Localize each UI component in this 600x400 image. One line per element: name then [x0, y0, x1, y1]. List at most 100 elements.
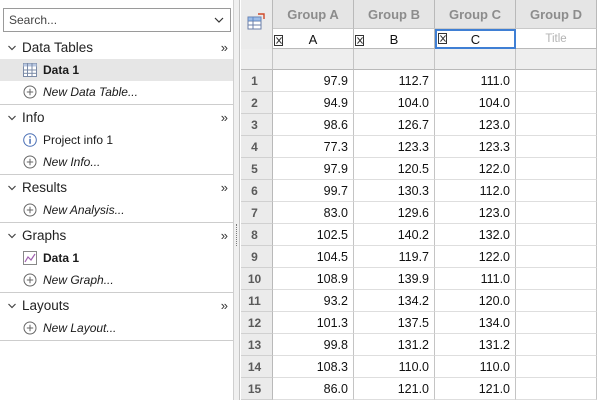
- navigator-item[interactable]: New Graph...: [0, 269, 233, 291]
- table-cell[interactable]: 134.0: [435, 312, 516, 334]
- table-cell[interactable]: 119.7: [354, 246, 435, 268]
- collapse-caret-icon[interactable]: [7, 183, 17, 193]
- navigator-item[interactable]: Data 1: [0, 59, 233, 81]
- section-header-data-tables[interactable]: Data Tables »: [0, 37, 234, 59]
- table-cell[interactable]: 121.0: [435, 378, 516, 400]
- table-cell[interactable]: 121.0: [354, 378, 435, 400]
- table-cell[interactable]: 97.9: [273, 158, 354, 180]
- table-cell[interactable]: 123.0: [435, 114, 516, 136]
- collapse-caret-icon[interactable]: [7, 231, 17, 241]
- navigator-item[interactable]: New Info...: [0, 151, 233, 173]
- column-title-cell[interactable]: C: [435, 29, 516, 49]
- table-cell[interactable]: [516, 312, 597, 334]
- table-cell[interactable]: [516, 70, 597, 92]
- table-cell[interactable]: 129.6: [354, 202, 435, 224]
- table-cell[interactable]: [516, 92, 597, 114]
- table-cell[interactable]: 86.0: [273, 378, 354, 400]
- column-header[interactable]: Group D: [516, 0, 597, 29]
- table-cell[interactable]: 134.2: [354, 290, 435, 312]
- table-cell[interactable]: 130.3: [354, 180, 435, 202]
- section-more-icon[interactable]: »: [221, 228, 228, 243]
- row-number[interactable]: 1: [241, 70, 273, 92]
- table-cell[interactable]: 126.7: [354, 114, 435, 136]
- table-cell[interactable]: 112.0: [435, 180, 516, 202]
- table-cell[interactable]: 97.9: [273, 70, 354, 92]
- row-number[interactable]: 15: [241, 378, 273, 400]
- section-more-icon[interactable]: »: [221, 180, 228, 195]
- search-dropdown[interactable]: Search...: [3, 8, 231, 32]
- table-cell[interactable]: 112.7: [354, 70, 435, 92]
- collapse-caret-icon[interactable]: [7, 301, 17, 311]
- table-cell[interactable]: 110.0: [354, 356, 435, 378]
- table-cell[interactable]: [516, 334, 597, 356]
- table-cell[interactable]: 123.0: [435, 202, 516, 224]
- table-cell[interactable]: 111.0: [435, 70, 516, 92]
- row-number[interactable]: 11: [241, 290, 273, 312]
- table-cell[interactable]: 94.9: [273, 92, 354, 114]
- row-number[interactable]: 12: [241, 312, 273, 334]
- row-number[interactable]: 5: [241, 158, 273, 180]
- panel-splitter[interactable]: [234, 0, 240, 400]
- table-cell[interactable]: 104.5: [273, 246, 354, 268]
- table-cell[interactable]: [516, 246, 597, 268]
- table-cell[interactable]: [516, 114, 597, 136]
- column-title-cell[interactable]: B: [354, 29, 435, 49]
- table-cell[interactable]: 108.9: [273, 268, 354, 290]
- column-header[interactable]: Group B: [354, 0, 435, 29]
- row-number[interactable]: 2: [241, 92, 273, 114]
- table-cell[interactable]: 140.2: [354, 224, 435, 246]
- table-cell[interactable]: 99.8: [273, 334, 354, 356]
- table-cell[interactable]: 120.0: [435, 290, 516, 312]
- table-cell[interactable]: 131.2: [354, 334, 435, 356]
- table-cell[interactable]: 101.3: [273, 312, 354, 334]
- row-number[interactable]: 13: [241, 334, 273, 356]
- section-header-results[interactable]: Results »: [0, 177, 234, 199]
- row-number[interactable]: 7: [241, 202, 273, 224]
- table-cell[interactable]: 111.0: [435, 268, 516, 290]
- table-cell[interactable]: [516, 290, 597, 312]
- table-cell[interactable]: [516, 136, 597, 158]
- table-cell[interactable]: [516, 158, 597, 180]
- table-cell[interactable]: [516, 378, 597, 400]
- column-title-cell[interactable]: A: [273, 29, 354, 49]
- table-cell[interactable]: 123.3: [354, 136, 435, 158]
- navigator-item[interactable]: Project info 1: [0, 129, 233, 151]
- table-cell[interactable]: 123.3: [435, 136, 516, 158]
- table-cell[interactable]: [516, 180, 597, 202]
- table-cell[interactable]: [516, 268, 597, 290]
- row-number[interactable]: 3: [241, 114, 273, 136]
- splitter-grip[interactable]: [236, 224, 237, 246]
- table-cell[interactable]: 131.2: [435, 334, 516, 356]
- table-cell[interactable]: 122.0: [435, 246, 516, 268]
- chevron-down-icon[interactable]: [214, 15, 224, 25]
- table-cell[interactable]: 104.0: [354, 92, 435, 114]
- collapse-caret-icon[interactable]: [7, 43, 17, 53]
- table-cell[interactable]: 99.7: [273, 180, 354, 202]
- table-cell[interactable]: 110.0: [435, 356, 516, 378]
- navigator-item[interactable]: Data 1: [0, 247, 233, 269]
- section-header-info[interactable]: Info »: [0, 107, 234, 129]
- row-number[interactable]: 14: [241, 356, 273, 378]
- table-cell[interactable]: 122.0: [435, 158, 516, 180]
- column-header[interactable]: Group A: [273, 0, 354, 29]
- navigator-item[interactable]: New Analysis...: [0, 199, 233, 221]
- table-cell[interactable]: [516, 224, 597, 246]
- column-header[interactable]: Group C: [435, 0, 516, 29]
- table-cell[interactable]: 108.3: [273, 356, 354, 378]
- table-cell[interactable]: 139.9: [354, 268, 435, 290]
- table-cell[interactable]: [516, 356, 597, 378]
- table-cell[interactable]: 93.2: [273, 290, 354, 312]
- collapse-caret-icon[interactable]: [7, 113, 17, 123]
- table-cell[interactable]: 98.6: [273, 114, 354, 136]
- section-header-graphs[interactable]: Graphs »: [0, 225, 234, 247]
- table-cell[interactable]: 137.5: [354, 312, 435, 334]
- section-more-icon[interactable]: »: [221, 110, 228, 125]
- row-number[interactable]: 4: [241, 136, 273, 158]
- row-number[interactable]: 6: [241, 180, 273, 202]
- row-number[interactable]: 10: [241, 268, 273, 290]
- table-cell[interactable]: [516, 202, 597, 224]
- section-header-layouts[interactable]: Layouts »: [0, 295, 234, 317]
- row-number[interactable]: 8: [241, 224, 273, 246]
- table-cell[interactable]: 77.3: [273, 136, 354, 158]
- section-more-icon[interactable]: »: [221, 298, 228, 313]
